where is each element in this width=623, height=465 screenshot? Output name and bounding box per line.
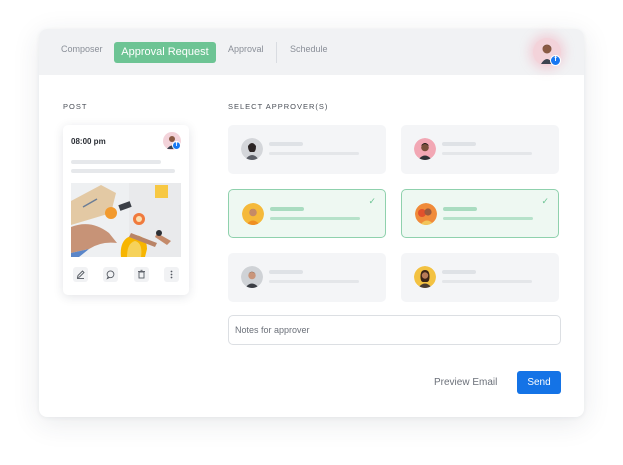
approver-card[interactable] [228,125,386,174]
approver-name-placeholder [443,207,477,211]
send-button[interactable]: Send [517,371,561,394]
trash-icon [138,269,145,279]
approver-detail-placeholder [269,280,359,283]
approver-detail-placeholder [442,280,532,283]
approver-avatar [415,203,437,225]
approver-card-selected[interactable]: ✓ [228,189,386,238]
approver-avatar [242,203,264,225]
post-preview-card: 08:00 pm f [63,125,189,295]
post-text-placeholder [71,160,161,164]
post-section-label: POST [63,102,88,111]
preview-email-button[interactable]: Preview Email [434,377,497,388]
approver-name-placeholder [270,207,304,211]
facebook-icon: f [172,141,181,150]
tab-bar: Composer Approval Request Approval Sched… [39,29,584,75]
edit-button[interactable] [73,267,88,282]
approver-name-placeholder [269,142,303,146]
approver-detail-placeholder [443,217,533,220]
approver-avatar [414,266,436,288]
check-icon: ✓ [541,196,549,206]
approver-name-placeholder [269,270,303,274]
check-icon: ✓ [368,196,376,206]
account-avatar[interactable]: f [533,38,561,66]
comment-button[interactable] [103,267,118,282]
facebook-icon: f [550,55,561,66]
post-avatar: f [163,132,181,150]
post-image [71,183,181,257]
approver-name-placeholder [442,142,476,146]
more-button[interactable] [164,267,179,282]
approver-card[interactable] [401,253,559,302]
tab-approval-request[interactable]: Approval Request [114,42,216,63]
approval-card: Composer Approval Request Approval Sched… [39,29,584,417]
approver-card[interactable] [401,125,559,174]
tab-approval[interactable]: Approval [228,44,264,54]
approver-card-selected[interactable]: ✓ [401,189,559,238]
approver-card[interactable] [228,253,386,302]
tab-composer[interactable]: Composer [61,44,103,54]
approver-avatar [414,138,436,160]
approver-avatar [241,266,263,288]
tab-schedule[interactable]: Schedule [290,44,328,54]
approver-detail-placeholder [270,217,360,220]
approver-avatar [241,138,263,160]
approvers-section-label: SELECT APPROVER(S) [228,102,329,111]
post-time: 08:00 pm [71,137,106,146]
edit-icon [76,270,85,279]
approver-detail-placeholder [442,152,532,155]
approver-name-placeholder [442,270,476,274]
more-icon [170,270,173,279]
notes-input[interactable]: Notes for approver [228,315,561,345]
delete-button[interactable] [134,267,149,282]
comment-icon [106,270,115,280]
approver-detail-placeholder [269,152,359,155]
post-text-placeholder [71,169,175,173]
tab-divider [276,42,277,63]
